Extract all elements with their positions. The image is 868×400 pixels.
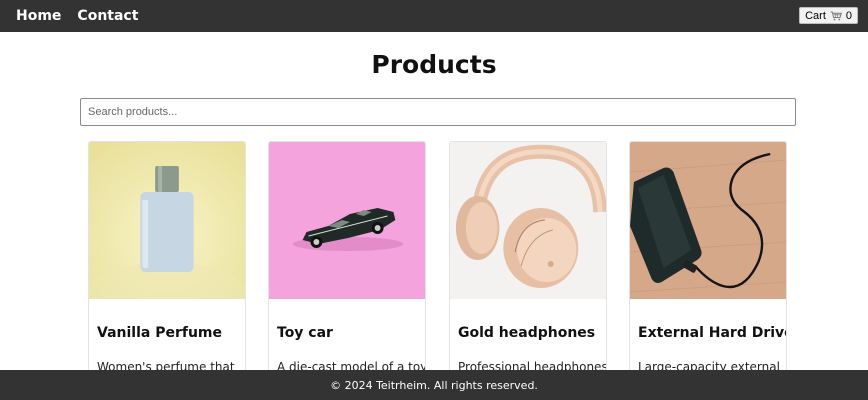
cart-button[interactable]: Cart 0: [799, 7, 858, 24]
toy-car-image: [269, 142, 425, 299]
footer: © 2024 Teitrheim. All rights reserved.: [0, 370, 868, 400]
product-name: External Hard Drive: [638, 325, 787, 341]
perfume-bottle-image: [89, 142, 245, 299]
product-card-toy-car[interactable]: Toy car A die-cast model of a toy: [268, 141, 426, 381]
product-card-gold-headphones[interactable]: Gold headphones Professional headphones: [449, 141, 607, 381]
search-input[interactable]: [80, 98, 796, 126]
product-name: Toy car: [277, 325, 333, 341]
product-card-vanilla-perfume[interactable]: Vanilla Perfume Women's perfume that: [88, 141, 246, 381]
top-navbar: Home Contact Cart 0: [0, 0, 868, 32]
cart-label: Cart: [805, 9, 826, 22]
nav-home-link[interactable]: Home: [16, 8, 61, 24]
footer-copyright: © 2024 Teitrheim. All rights reserved.: [330, 378, 538, 392]
product-name: Vanilla Perfume: [97, 325, 223, 341]
cart-icon: [830, 11, 842, 21]
nav-contact-link[interactable]: Contact: [77, 8, 138, 24]
page-title: Products: [371, 50, 497, 79]
hard-drive-image: [630, 142, 786, 299]
cart-count: 0: [845, 9, 852, 22]
product-name: Gold headphones: [458, 325, 596, 341]
headphones-image: [450, 142, 606, 299]
product-card-external-hard-drive[interactable]: External Hard Drive Large-capacity exter…: [629, 141, 787, 381]
